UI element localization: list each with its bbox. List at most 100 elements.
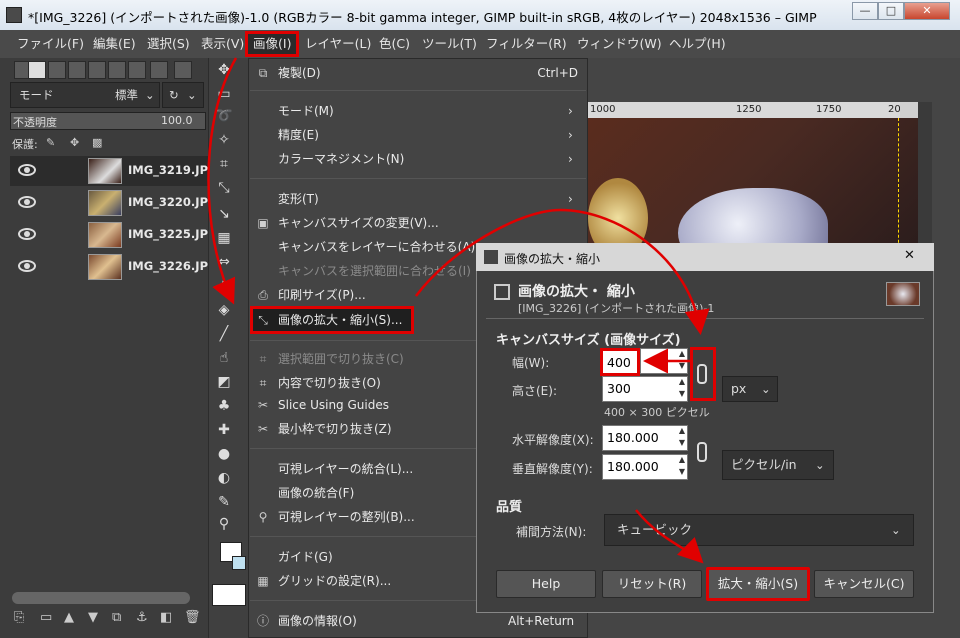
eye-icon[interactable] bbox=[18, 228, 36, 240]
move-tool-icon[interactable]: ✥ bbox=[214, 62, 234, 78]
tab-brushes-icon[interactable] bbox=[128, 61, 146, 79]
width-spinner[interactable]: ▲ ▼ bbox=[676, 348, 688, 374]
eye-icon[interactable] bbox=[18, 196, 36, 208]
menu-tools[interactable]: ツール(T) bbox=[419, 34, 480, 54]
heal-icon[interactable]: ✚ bbox=[214, 422, 234, 438]
tab-undo-icon[interactable] bbox=[108, 61, 126, 79]
layer-row[interactable]: IMG_3220.JP bbox=[10, 188, 208, 218]
yres-spinner[interactable]: ▲ ▼ bbox=[676, 454, 688, 480]
menu-view[interactable]: 表示(V) bbox=[198, 34, 247, 54]
tab-patterns-icon[interactable] bbox=[88, 61, 106, 79]
lock-alpha-icon[interactable]: ▩ bbox=[92, 136, 102, 149]
maximize-button[interactable]: □ bbox=[878, 2, 904, 20]
cancel-button[interactable]: キャンセル(C) bbox=[814, 570, 914, 598]
menu-item-slice-guides[interactable]: Slice Using Guides bbox=[278, 394, 389, 416]
minimize-button[interactable]: — bbox=[852, 2, 878, 20]
menu-item-precision[interactable]: 精度(E) bbox=[278, 124, 319, 146]
help-button[interactable]: Help bbox=[496, 570, 596, 598]
eye-icon[interactable] bbox=[18, 164, 36, 176]
tab-menu-icon[interactable] bbox=[174, 61, 192, 79]
fuzzy-select-icon[interactable]: ✧ bbox=[214, 132, 234, 148]
new-layer-icon[interactable]: ⎘ bbox=[14, 610, 24, 625]
menu-item-duplicate[interactable]: 複製(D) Ctrl+D bbox=[278, 62, 578, 84]
scale-button[interactable]: 拡大・縮小(S) bbox=[706, 567, 810, 601]
duplicate-layer-icon[interactable]: ⧉ bbox=[112, 610, 121, 625]
menu-window[interactable]: ウィンドウ(W) bbox=[574, 34, 665, 54]
menu-item-guides[interactable]: ガイド(G) bbox=[278, 546, 333, 568]
width-input[interactable]: 400 bbox=[600, 348, 640, 376]
chain-link-icon[interactable] bbox=[697, 364, 707, 384]
transform-icon[interactable]: ⤡ bbox=[214, 180, 234, 196]
delete-layer-icon[interactable]: 🗑 bbox=[184, 610, 201, 625]
xres-spinner[interactable]: ▲ ▼ bbox=[676, 425, 688, 451]
height-spinner[interactable]: ▲ ▼ bbox=[676, 376, 688, 402]
dodge-icon[interactable]: ◐ bbox=[214, 470, 234, 486]
menu-item-color-management[interactable]: カラーマネジメント(N) bbox=[278, 148, 404, 170]
menu-item-align-layers[interactable]: 可視レイヤーの整列(B)... bbox=[278, 506, 415, 528]
close-button[interactable]: ✕ bbox=[904, 2, 950, 20]
menu-item-canvas-size[interactable]: キャンバスサイズの変更(V)... bbox=[278, 212, 439, 234]
crop-icon[interactable]: ⌗ bbox=[214, 156, 234, 172]
menu-item-merge-visible[interactable]: 可視レイヤーの統合(L)... bbox=[278, 458, 413, 480]
menu-item-mode[interactable]: モード(M) bbox=[278, 100, 334, 122]
brush-preview[interactable] bbox=[212, 584, 246, 606]
smudge-icon[interactable]: ☝ bbox=[214, 350, 234, 366]
menu-file[interactable]: ファイル(F) bbox=[14, 34, 87, 54]
tab-channels-icon[interactable] bbox=[48, 61, 66, 79]
lower-layer-icon[interactable]: ▼ bbox=[88, 610, 98, 625]
reset-button[interactable]: リセット(R) bbox=[602, 570, 702, 598]
menu-item-print-size[interactable]: 印刷サイズ(P)... bbox=[278, 284, 366, 306]
menu-item-zealous-crop[interactable]: 最小枠で切り抜き(Z) bbox=[278, 418, 392, 440]
resolution-chain-icon[interactable] bbox=[697, 442, 707, 462]
menu-item-scale-image[interactable]: 画像の拡大・縮小(S)... bbox=[278, 309, 402, 331]
tab-paths-icon[interactable] bbox=[68, 61, 86, 79]
raise-layer-icon[interactable]: ▲ bbox=[64, 610, 74, 625]
new-group-icon[interactable]: ▭ bbox=[40, 610, 52, 625]
layer-row[interactable]: IMG_3219.JP bbox=[10, 156, 208, 186]
bg-color-swatch[interactable] bbox=[232, 556, 246, 570]
menu-color[interactable]: 色(C) bbox=[376, 34, 413, 54]
composite-mode-select[interactable]: ↻ ⌄ bbox=[162, 82, 204, 108]
text-icon[interactable]: A bbox=[214, 278, 234, 294]
menu-item-grid-config[interactable]: グリッドの設定(R)... bbox=[278, 570, 391, 592]
layer-mode-select[interactable]: モード 標準 ⌄ bbox=[10, 82, 160, 108]
color-picker-icon[interactable]: ✎ bbox=[214, 494, 234, 510]
lock-position-icon[interactable]: ✥ bbox=[70, 136, 79, 149]
resolution-unit-select[interactable]: ピクセル/in ⌄ bbox=[722, 450, 834, 480]
menu-item-image-info[interactable]: 画像の情報(O) bbox=[278, 610, 357, 632]
nav-icon[interactable] bbox=[900, 102, 918, 118]
mask-icon[interactable]: ◧ bbox=[160, 610, 172, 625]
close-icon[interactable]: ✕ bbox=[904, 248, 915, 263]
zoom-icon[interactable]: ⚲ bbox=[214, 516, 234, 532]
bucket-fill-icon[interactable]: ◈ bbox=[214, 302, 234, 318]
interpolation-select[interactable]: キュービック ⌄ bbox=[604, 514, 914, 546]
menu-item-flatten[interactable]: 画像の統合(F) bbox=[278, 482, 354, 504]
layer-row[interactable]: IMG_3226.JP bbox=[10, 252, 208, 282]
menu-edit[interactable]: 編集(E) bbox=[90, 34, 139, 54]
lock-pixels-icon[interactable]: ✎ bbox=[46, 136, 55, 149]
anchor-layer-icon[interactable]: ⚓ bbox=[136, 610, 148, 625]
vertical-scrollbar[interactable] bbox=[918, 102, 932, 258]
image-canvas[interactable] bbox=[588, 118, 918, 278]
clone-icon[interactable]: ♣ bbox=[214, 398, 234, 414]
tab-images-icon[interactable] bbox=[150, 61, 168, 79]
menu-item-transform[interactable]: 変形(T) bbox=[278, 188, 319, 210]
menu-help[interactable]: ヘルプ(H) bbox=[666, 34, 729, 54]
unit-select[interactable]: px ⌄ bbox=[722, 376, 778, 402]
flip-icon[interactable]: ⇔ bbox=[214, 254, 234, 270]
rect-select-icon[interactable]: ▭ bbox=[214, 86, 234, 102]
eraser-icon[interactable]: ◩ bbox=[214, 374, 234, 390]
menu-image[interactable]: 画像(I) bbox=[245, 31, 300, 57]
tab-layers-icon[interactable] bbox=[28, 61, 46, 79]
menu-layer[interactable]: レイヤー(L) bbox=[302, 34, 374, 54]
opacity-slider[interactable]: 不透明度 100.0 bbox=[10, 112, 206, 130]
layers-scrollbar[interactable] bbox=[12, 592, 190, 604]
lasso-icon[interactable]: ➰ bbox=[214, 108, 234, 124]
layer-row[interactable]: IMG_3225.JP bbox=[10, 220, 208, 250]
menu-filter[interactable]: フィルター(R) bbox=[483, 34, 570, 54]
warp-icon[interactable]: ↘ bbox=[214, 206, 234, 222]
eye-icon[interactable] bbox=[18, 260, 36, 272]
menu-select[interactable]: 選択(S) bbox=[144, 34, 193, 54]
paintbrush-icon[interactable]: ╱ bbox=[214, 326, 234, 342]
menu-item-crop-content[interactable]: 内容で切り抜き(O) bbox=[278, 372, 381, 394]
